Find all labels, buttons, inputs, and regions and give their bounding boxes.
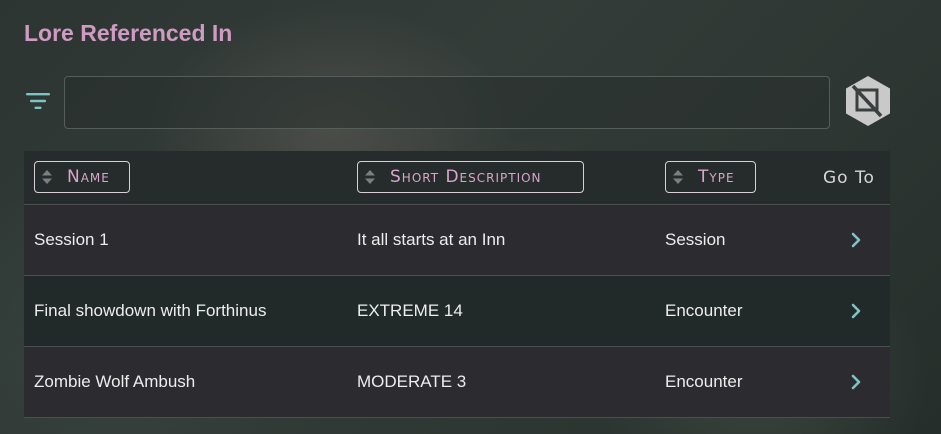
header-go-to-label: Go To — [823, 167, 875, 188]
row-type: Session — [665, 230, 726, 249]
table-row[interactable]: Zombie Wolf Ambush MODERATE 3 Encounter — [24, 347, 890, 418]
sort-type-button[interactable]: Type — [665, 161, 756, 193]
row-short-description: EXTREME 14 — [357, 301, 463, 320]
sort-short-description-button[interactable]: Short Description — [357, 161, 584, 193]
header-short-description-label: Short Description — [390, 167, 542, 187]
table-row[interactable]: Session 1 It all starts at an Inn Sessio… — [24, 205, 890, 276]
row-type: Encounter — [665, 372, 743, 391]
chevron-right-icon[interactable] — [849, 303, 863, 319]
row-type: Encounter — [665, 301, 743, 320]
sort-icon — [42, 170, 52, 184]
row-short-description: MODERATE 3 — [357, 372, 467, 391]
header-type-label: Type — [698, 167, 735, 187]
table-row[interactable]: Final showdown with Forthinus EXTREME 14… — [24, 276, 890, 347]
chevron-right-icon[interactable] — [849, 232, 863, 248]
chevron-right-icon[interactable] — [849, 374, 863, 390]
header-name-label: Name — [67, 167, 110, 187]
lore-table: Name Short Description Type Go To Sessio… — [24, 151, 890, 418]
page-title: Lore Referenced In — [24, 20, 233, 46]
row-name: Session 1 — [34, 230, 109, 249]
row-short-description: It all starts at an Inn — [357, 230, 506, 249]
filter-icon[interactable] — [26, 91, 50, 111]
sort-name-button[interactable]: Name — [34, 161, 130, 193]
row-name: Zombie Wolf Ambush — [34, 372, 196, 391]
sort-icon — [365, 170, 375, 184]
filter-input[interactable] — [64, 76, 830, 129]
table-header: Name Short Description Type Go To — [24, 151, 890, 205]
sort-icon — [673, 170, 683, 184]
row-name: Final showdown with Forthinus — [34, 301, 267, 320]
toggle-display-button[interactable] — [845, 75, 891, 127]
